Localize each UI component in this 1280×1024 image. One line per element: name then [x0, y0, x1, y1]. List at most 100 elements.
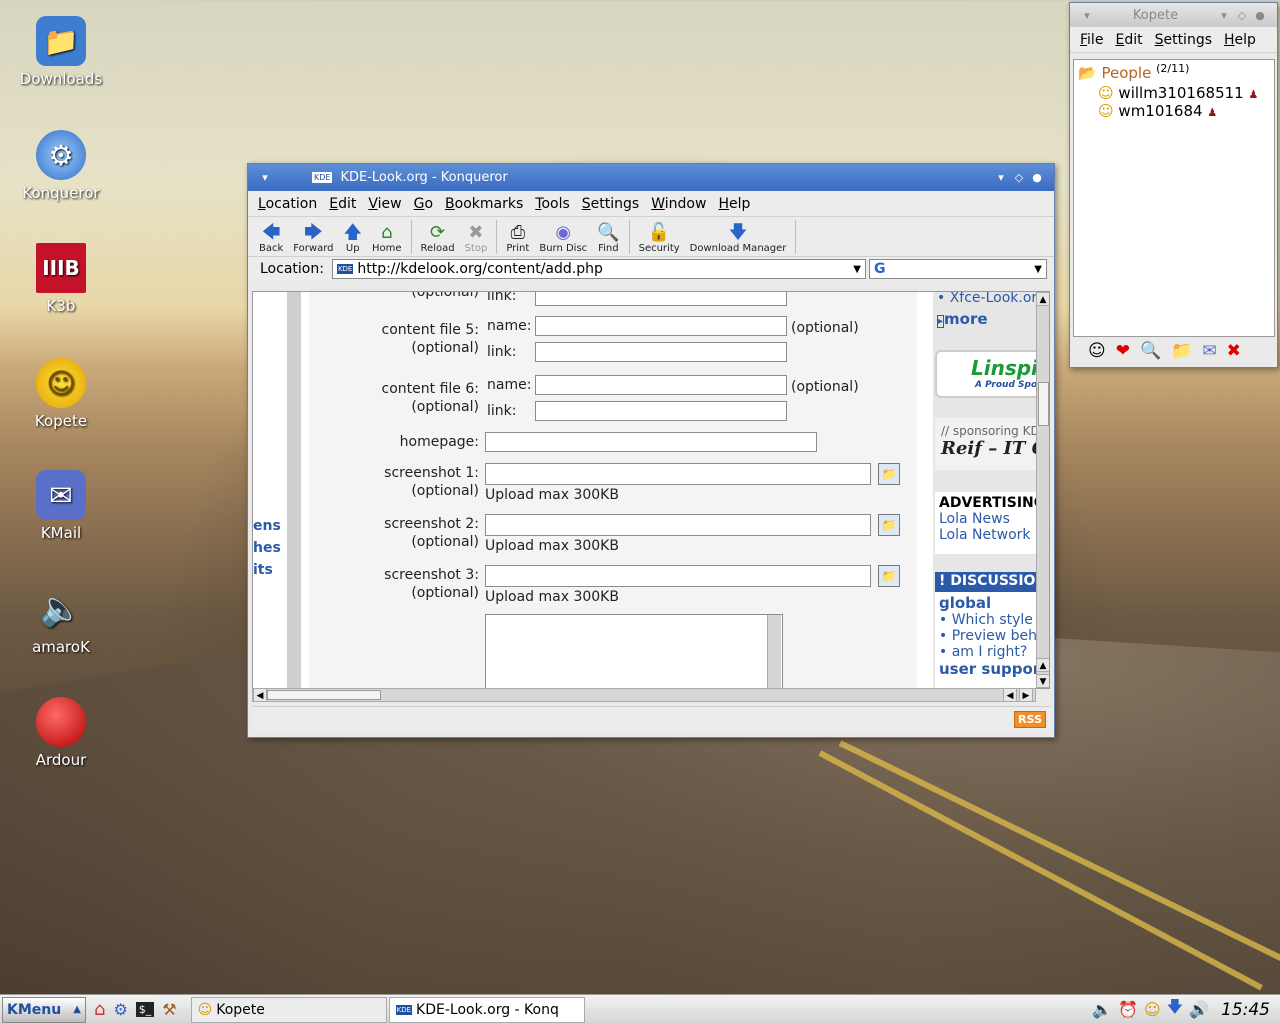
desktop-icon-konqueror[interactable]: ⚙ Konqueror	[11, 130, 111, 202]
group-people[interactable]: 📂 People (2/11)	[1074, 60, 1274, 84]
menu-window[interactable]: Window	[645, 196, 712, 212]
home-icon[interactable]: ⌂	[94, 999, 105, 1020]
textarea-scrollbar[interactable]	[767, 615, 781, 688]
lola-news-link[interactable]: Lola News	[939, 511, 1037, 527]
home-button[interactable]: ⌂ Home	[367, 223, 407, 255]
link-input[interactable]	[535, 292, 787, 306]
chevron-down-icon[interactable]: ▼	[1034, 264, 1042, 275]
kopete-titlebar[interactable]: ▾ Kopete ▾ ◇ ●	[1070, 3, 1277, 27]
scroll-right-icon[interactable]: ▶	[1019, 688, 1033, 702]
rss-icon[interactable]: RSS	[1014, 711, 1046, 728]
menu-icon[interactable]: ▾	[1078, 9, 1096, 22]
global-forum-link[interactable]: global	[939, 594, 1037, 612]
minimize-icon[interactable]: ▾	[992, 171, 1010, 184]
menu-edit[interactable]: Edit	[1109, 32, 1148, 48]
scroll-thumb[interactable]	[1038, 382, 1049, 426]
page-scrollbar-vertical[interactable]: ▲ ▲ ▼	[1036, 292, 1049, 688]
desktop-icon-kopete[interactable]: ☺ Kopete	[11, 358, 111, 430]
kopete-window[interactable]: ▾ Kopete ▾ ◇ ● File Edit Settings Help 📂…	[1069, 2, 1278, 368]
forward-button[interactable]: 🡆 Forward	[288, 223, 338, 255]
desktop-icon-kmail[interactable]: ✉ KMail	[11, 470, 111, 542]
url-input[interactable]: KDE http://kdelook.org/content/add.php ▼	[331, 259, 866, 279]
screenshot-1-input[interactable]	[485, 463, 871, 485]
alarm-icon[interactable]: ⏰	[1118, 1000, 1138, 1019]
heart-icon[interactable]: ❤	[1116, 341, 1130, 361]
menu-help[interactable]: Help	[712, 196, 756, 212]
screenshot-3-input[interactable]	[485, 565, 871, 587]
menu-view[interactable]: View	[362, 196, 407, 212]
page-scrollbar-horizontal[interactable]: ◀ ◀ ▶	[252, 688, 1036, 702]
minimize-icon[interactable]: ▾	[1215, 9, 1233, 22]
menu-settings[interactable]: Settings	[576, 196, 645, 212]
close-icon[interactable]: ●	[1251, 9, 1269, 22]
link-fragment[interactable]: hes	[253, 537, 281, 559]
task-kopete[interactable]: ☺ Kopete	[190, 996, 387, 1023]
tools-icon[interactable]: ⚒	[162, 1000, 176, 1019]
kmenu-button[interactable]: KMenu ▲	[2, 996, 86, 1023]
back-button[interactable]: 🡄 Back	[254, 223, 288, 255]
homepage-input[interactable]	[485, 432, 817, 452]
content-file-5-name-input[interactable]	[535, 316, 787, 336]
screenshot-3-browse-button[interactable]: 📁	[878, 565, 900, 587]
download-icon[interactable]: 🡇	[1167, 996, 1183, 1023]
user-support-link[interactable]: user suppor	[939, 660, 1037, 678]
find-button[interactable]: 🔍 Find	[592, 223, 624, 255]
contact-item[interactable]: ☺ willm310168511 ♟	[1074, 84, 1274, 102]
mail-icon[interactable]: ✉	[1202, 341, 1216, 361]
contact-item[interactable]: ☺ wm101684 ♟	[1074, 102, 1274, 120]
scroll-left-icon[interactable]: ◀	[1003, 688, 1017, 702]
lola-network-link[interactable]: Lola Network	[939, 527, 1037, 543]
page-viewport[interactable]: ens hes its (optional) link: content fil…	[252, 291, 1050, 689]
forum-item[interactable]: • Which style	[939, 612, 1037, 628]
linspire-banner[interactable]: Linspi A Proud Spo	[935, 350, 1037, 398]
menu-location[interactable]: Location	[252, 196, 323, 212]
burn-disc-button[interactable]: ◉ Burn Disc	[534, 223, 592, 255]
screenshot-2-input[interactable]	[485, 514, 871, 536]
speaker-icon[interactable]: 🔈	[1092, 1000, 1112, 1019]
search-icon[interactable]: 🔍	[1140, 341, 1161, 361]
menu-go[interactable]: Go	[408, 196, 439, 212]
forum-item[interactable]: • Preview beh	[939, 628, 1037, 644]
menu-edit[interactable]: Edit	[323, 196, 362, 212]
scroll-thumb[interactable]	[267, 690, 381, 700]
desktop-icon-downloads[interactable]: 📁 Downloads	[11, 16, 111, 88]
menu-help[interactable]: Help	[1218, 32, 1262, 48]
content-file-5-link-input[interactable]	[535, 342, 787, 362]
desktop-icon-amarok[interactable]: 🔈 amaroK	[11, 584, 111, 656]
folder-icon[interactable]: 📁	[1171, 341, 1192, 361]
maximize-icon[interactable]: ◇	[1010, 171, 1028, 184]
screenshot-1-browse-button[interactable]: 📁	[878, 463, 900, 485]
status-icon[interactable]: ☺	[1088, 341, 1106, 361]
scroll-up-icon[interactable]: ▲	[1036, 292, 1049, 306]
reload-button[interactable]: ⟳ Reload	[416, 223, 460, 255]
close-icon[interactable]: ●	[1028, 171, 1046, 184]
desktop-icon-ardour[interactable]: Ardour	[11, 697, 111, 769]
desktop-icon-k3b[interactable]: IIIB K3b	[11, 243, 111, 315]
content-file-6-name-input[interactable]	[535, 375, 787, 395]
konqueror-icon[interactable]: ⚙	[113, 1000, 127, 1019]
konqueror-titlebar[interactable]: ▾ KDE KDE-Look.org - Konqueror ▾ ◇ ●	[248, 164, 1054, 191]
xfce-link[interactable]: • Xfce-Look.or	[937, 292, 1037, 306]
contact-list[interactable]: 📂 People (2/11) ☺ willm310168511 ♟ ☺ wm1…	[1073, 59, 1275, 337]
more-link[interactable]: ▸more	[937, 310, 988, 328]
menu-settings[interactable]: Settings	[1149, 32, 1218, 48]
up-button[interactable]: 🡅 Up	[339, 223, 368, 255]
konqueror-window[interactable]: ▾ KDE KDE-Look.org - Konqueror ▾ ◇ ● Loc…	[247, 163, 1055, 738]
smiley-icon[interactable]: ☺	[1144, 1000, 1161, 1019]
menu-tools[interactable]: Tools	[529, 196, 576, 212]
terminal-icon[interactable]: $_	[135, 1002, 155, 1017]
menu-icon[interactable]: ▾	[256, 171, 274, 184]
scroll-up-icon[interactable]: ▲	[1036, 658, 1049, 672]
task-konqueror[interactable]: KDE KDE-Look.org - Konq	[388, 996, 585, 1023]
chevron-down-icon[interactable]: ▼	[853, 264, 861, 275]
description-textarea[interactable]	[485, 614, 783, 688]
volume-icon[interactable]: 🔊	[1189, 1000, 1209, 1019]
content-file-6-link-input[interactable]	[535, 401, 787, 421]
scroll-left-icon[interactable]: ◀	[253, 688, 267, 702]
download-manager-button[interactable]: 🡇 Download Manager	[685, 223, 792, 255]
link-fragment[interactable]: ens	[253, 515, 281, 537]
link-fragment[interactable]: its	[253, 559, 281, 581]
search-input[interactable]: G ▼	[868, 259, 1047, 279]
print-button[interactable]: ⎙ Print	[501, 223, 534, 255]
forum-item[interactable]: • am I right?	[939, 644, 1037, 660]
